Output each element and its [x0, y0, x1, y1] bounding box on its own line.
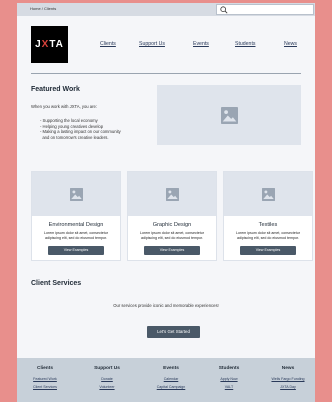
card-title: Environmental Design: [48, 222, 104, 228]
top-bar: Home / Clients: [17, 3, 315, 16]
page-frame: Home / Clients J X TA Clients Support Us E…: [17, 3, 315, 402]
client-services-heading: Client Services: [31, 280, 82, 287]
search-icon[interactable]: [220, 6, 228, 14]
client-services-text: Our services provide iconic and memorabl…: [113, 303, 219, 308]
footer-col-support: Support Us Donate Volunteer: [86, 366, 128, 389]
service-card-graphic: Graphic Design Lorem ipsum dolor sit ame…: [127, 171, 217, 261]
footer-col-events: Events Calendar Capital Campaign: [147, 366, 195, 389]
footer-col-news: News Wells Fargo Funding JXTA Day: [263, 366, 313, 389]
footer-link[interactable]: Calendar: [147, 377, 195, 381]
view-examples-button[interactable]: View Examples: [144, 246, 200, 255]
footer-link[interactable]: Client Services: [25, 385, 65, 389]
featured-intro: When you work with JXTA, you are:: [31, 104, 98, 109]
image-icon: [70, 188, 83, 201]
card-image-placeholder: [32, 172, 120, 216]
card-image-placeholder: [128, 172, 216, 216]
nav-support-us[interactable]: Support Us: [139, 41, 165, 47]
footer-link[interactable]: VALT: [209, 385, 249, 389]
breadcrumb[interactable]: Home / Clients: [30, 6, 56, 11]
footer-link[interactable]: Featured Work: [25, 377, 65, 381]
nav-clients[interactable]: Clients: [100, 41, 116, 47]
footer-link[interactable]: Volunteer: [86, 385, 128, 389]
get-started-button[interactable]: Let's Get Started: [147, 326, 200, 338]
footer-heading: Students: [218, 366, 240, 371]
footer-link[interactable]: Donate: [86, 377, 128, 381]
logo-letters-ta: TA: [49, 39, 64, 50]
footer-heading: Clients: [37, 366, 53, 371]
footer-heading: Support Us: [94, 366, 120, 371]
footer-link[interactable]: Capital Campaign: [147, 385, 195, 389]
service-card-environmental: Environmental Design Lorem ipsum dolor s…: [31, 171, 121, 261]
image-icon: [262, 188, 275, 201]
footer-link[interactable]: Apply Now: [209, 377, 249, 381]
footer: Clients Featured Work Client Services Su…: [17, 358, 315, 402]
service-card-textiles: Textiles Lorem ipsum dolor sit amet, con…: [223, 171, 313, 261]
card-title: Textiles: [258, 222, 278, 228]
card-description: Lorem ipsum dolor sit amet, consectetur …: [44, 231, 108, 240]
card-description: Lorem ipsum dolor sit amet, consectetur …: [236, 231, 300, 240]
footer-col-clients: Clients Featured Work Client Services: [25, 366, 65, 389]
jxta-logo[interactable]: J X TA: [31, 26, 68, 63]
view-examples-button[interactable]: View Examples: [48, 246, 104, 255]
footer-heading: Events: [163, 366, 179, 371]
card-title: Graphic Design: [152, 222, 192, 228]
header-divider: [31, 73, 301, 74]
nav-students[interactable]: Students: [235, 41, 255, 47]
bullet-item: and on tomorrow's creative leaders.: [40, 134, 109, 140]
card-image-placeholder: [224, 172, 312, 216]
bullet-item: - Making a lasting impact on our communi…: [40, 129, 121, 135]
footer-heading: News: [281, 366, 295, 371]
search-input[interactable]: [216, 4, 314, 15]
featured-work-heading: Featured Work: [31, 86, 80, 93]
image-icon: [166, 188, 179, 201]
footer-link[interactable]: JXTA Day: [263, 385, 313, 389]
view-examples-button[interactable]: View Examples: [240, 246, 296, 255]
card-description: Lorem ipsum dolor sit amet, consectetur …: [140, 231, 204, 240]
footer-col-students: Students Apply Now VALT: [209, 366, 249, 389]
nav-news[interactable]: News: [284, 41, 297, 47]
logo-letter-x: X: [41, 39, 50, 50]
nav-events[interactable]: Events: [193, 41, 209, 47]
footer-link[interactable]: Wells Fargo Funding: [263, 377, 313, 381]
featured-bullets: - Supporting the local economy - Helping…: [40, 118, 121, 140]
featured-image-placeholder: [157, 85, 301, 145]
image-icon: [221, 107, 238, 124]
